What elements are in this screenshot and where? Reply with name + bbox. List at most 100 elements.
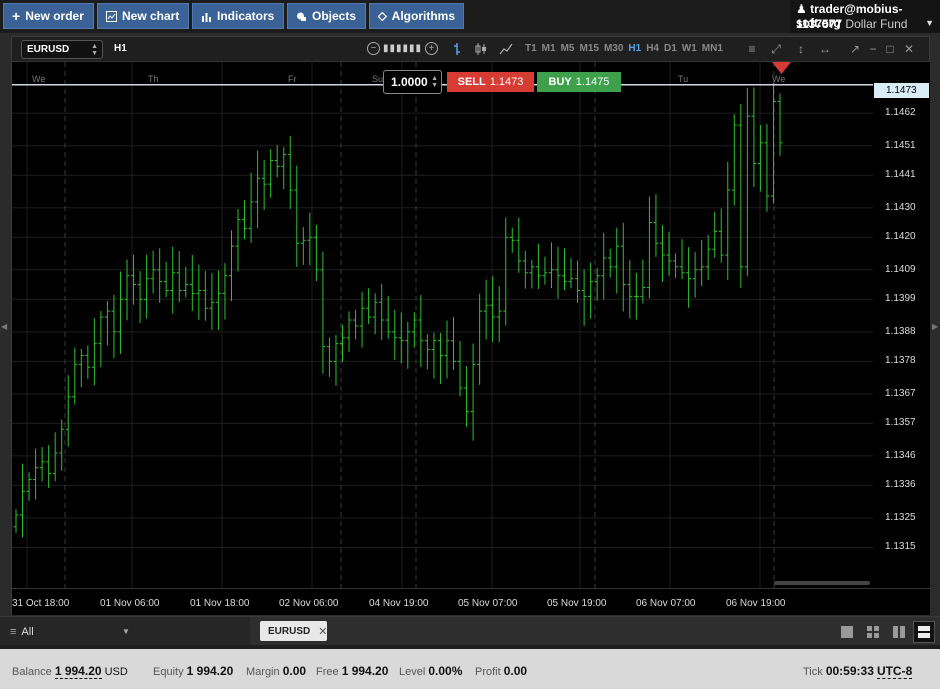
timeframe-t1[interactable]: T1: [525, 43, 537, 54]
balance-value[interactable]: 1 994.20: [54, 664, 102, 679]
layout-grid-icon: [867, 626, 879, 638]
y-tick-label: 1.1462: [885, 107, 916, 119]
y-tick-label: 1.1420: [885, 231, 916, 243]
ohlc-bar: [294, 165, 300, 267]
zoom-in-icon[interactable]: +: [425, 42, 439, 55]
ohlc-bar: [607, 248, 613, 278]
account-fund: 1137577 Dollar Fund: [796, 17, 907, 31]
symbol-selector[interactable]: EURUSD ▲ ▼: [21, 40, 103, 59]
indicators-button[interactable]: Indicators: [192, 3, 284, 29]
margin-label: Margin: [246, 666, 280, 678]
ohlc-bar: [222, 263, 228, 320]
detach-icon[interactable]: ↗: [846, 40, 864, 58]
ohlc-bar: [646, 196, 652, 299]
ohlc-bar: [731, 114, 737, 206]
ohlc-bar: [261, 159, 267, 210]
x-tick-label: 02 Nov 06:00: [279, 598, 339, 609]
tab-filter-value: All: [21, 625, 34, 638]
x-tick-label: 04 Nov 19:00: [369, 598, 429, 609]
ohlc-bar: [679, 239, 685, 280]
free-margin: Free 1 994.20: [316, 664, 388, 678]
symbol-value: EURUSD: [27, 44, 70, 55]
ohlc-bar: [189, 255, 195, 311]
timezone-selector[interactable]: UTC-8: [876, 664, 913, 679]
ohlc-bar: [457, 341, 463, 397]
ohlc-bar: [78, 348, 84, 388]
timeframe-d1[interactable]: D1: [664, 43, 677, 54]
ohlc-bar: [548, 242, 554, 289]
spinner-icon: ▲ ▼: [91, 43, 98, 57]
zoom-control: − ▮▮▮▮▮▮ +: [367, 42, 439, 55]
ohlc-bar: [666, 231, 672, 276]
layout-columns-icon: [893, 626, 905, 638]
equity-label: Equity: [153, 666, 184, 678]
quantity-stepper[interactable]: 1.0000 ▲ ▼: [383, 70, 442, 94]
right-panel-arrow-icon[interactable]: ▶: [932, 322, 938, 331]
ohlc-bar: [333, 335, 339, 386]
timeframe-m5[interactable]: M5: [561, 43, 575, 54]
timeframe-m30[interactable]: M30: [604, 43, 623, 54]
diamond-icon: [378, 11, 387, 21]
layout-single-icon: [841, 626, 853, 638]
user-icon: ♟: [796, 2, 807, 16]
layout-rows-button[interactable]: [913, 621, 935, 643]
chart-icon: [106, 10, 117, 22]
zoom-out-icon[interactable]: −: [367, 42, 380, 55]
timeframe-h4[interactable]: H4: [646, 43, 659, 54]
x-tick-label: 01 Nov 06:00: [100, 598, 160, 609]
ohlc-bar: [705, 235, 711, 281]
spinner-icon: ▲ ▼: [431, 75, 438, 89]
ohlc-bar: [633, 272, 639, 320]
close-icon[interactable]: ✕: [318, 625, 327, 638]
tab-eurusd[interactable]: EURUSD ✕: [260, 621, 327, 641]
layout-grid-button[interactable]: [862, 621, 884, 643]
balance: Balance 1 994.20 USD: [12, 664, 128, 679]
y-tick-label: 1.1409: [885, 263, 916, 275]
ohlc-bar: [535, 243, 541, 289]
sell-label: SELL: [457, 76, 486, 88]
account-selector[interactable]: ♟ trader@mobius-soft.org 1137577 Dollar …: [790, 0, 940, 33]
timeframe-h1[interactable]: H1: [628, 43, 641, 54]
horizontal-scale-icon[interactable]: ↔: [816, 40, 834, 58]
ohlc-bar: [725, 161, 731, 281]
line-chart-type-icon[interactable]: [498, 41, 514, 57]
vertical-scale-icon[interactable]: ↕: [792, 40, 810, 58]
timeframe-mn1[interactable]: MN1: [702, 43, 723, 54]
ohlc-bar: [588, 262, 594, 319]
timeframe-w1[interactable]: W1: [682, 43, 697, 54]
chevron-down-icon: ▼: [122, 627, 130, 636]
close-icon[interactable]: ✕: [900, 40, 918, 58]
account-id: 1137577: [796, 17, 843, 31]
ohlc-bar: [496, 286, 502, 343]
ohlc-bar: [274, 145, 280, 178]
price-plot[interactable]: [12, 62, 873, 588]
minimize-icon[interactable]: −: [864, 40, 882, 58]
new-order-button[interactable]: + New order: [3, 3, 94, 29]
bars-icon: [202, 12, 211, 22]
chart-settings-icon[interactable]: ≡: [743, 40, 761, 58]
zoom-slider[interactable]: ▮▮▮▮▮▮: [383, 43, 422, 54]
new-chart-button[interactable]: New chart: [97, 3, 189, 29]
algorithms-label: Algorithms: [391, 9, 455, 23]
tab-filter-dropdown[interactable]: ≡ All ▼: [0, 617, 250, 646]
x-tick-label: 01 Nov 18:00: [190, 598, 250, 609]
buy-button[interactable]: BUY 1.1475: [537, 72, 621, 92]
layout-single-button[interactable]: [836, 621, 858, 643]
candle-chart-type-icon[interactable]: [473, 41, 489, 57]
ohlc-bar: [170, 246, 176, 314]
maximize-icon[interactable]: □: [881, 40, 899, 58]
algorithms-button[interactable]: Algorithms: [369, 3, 464, 29]
crosshair-icon[interactable]: ⤢: [767, 40, 785, 58]
ohlc-bar: [699, 239, 705, 286]
timeframe-m15[interactable]: M15: [579, 43, 598, 54]
ohlc-bar: [712, 211, 718, 258]
ohlc-bar: [568, 258, 574, 289]
timeframe-m1[interactable]: M1: [542, 43, 556, 54]
left-panel-arrow-icon[interactable]: ◀: [1, 322, 7, 331]
sell-button[interactable]: SELL 1.1473: [447, 72, 534, 92]
bar-chart-type-icon[interactable]: [449, 41, 465, 57]
account-fund-name: Dollar Fund: [845, 17, 908, 31]
objects-button[interactable]: Objects: [287, 3, 366, 29]
plus-icon: +: [12, 8, 21, 24]
layout-columns-button[interactable]: [888, 621, 910, 643]
